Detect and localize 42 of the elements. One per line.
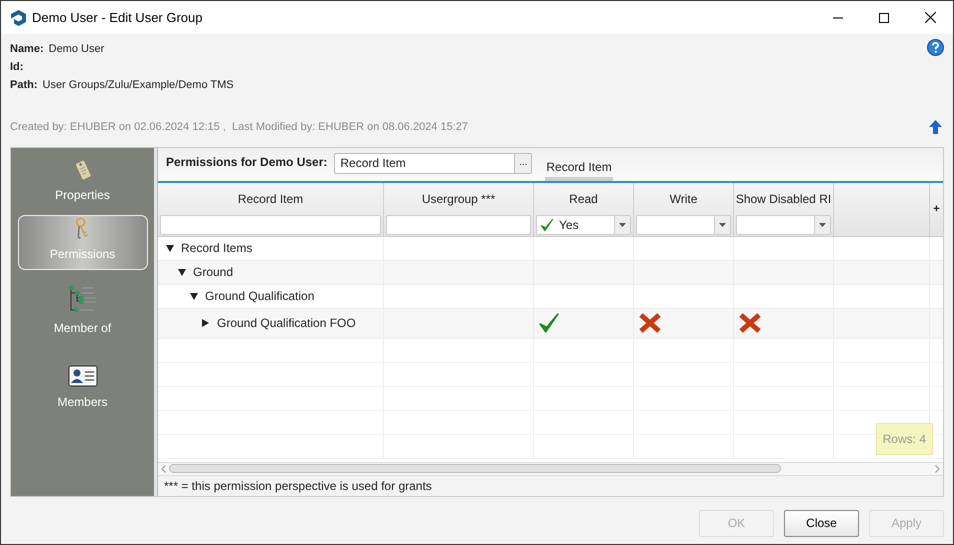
scroll-right-icon[interactable] (935, 464, 940, 472)
column-header[interactable]: Write (670, 182, 698, 214)
tree-item[interactable]: Record Items (181, 239, 252, 257)
up-arrow-icon[interactable] (928, 119, 943, 136)
field-value: User Groups/Zulu/Example/Demo TMS (42, 78, 234, 93)
maximize-icon[interactable] (879, 12, 889, 22)
field-label: Name: (10, 42, 44, 57)
app-logo-icon (11, 10, 26, 26)
row-count: Rows: 4 (876, 422, 933, 454)
audit-info: Created by: EHUBER on 02.06.2024 12:15 , Last Modified by: EHUBER on 08.06.2024 15:27 (10, 120, 468, 135)
dropdown-arrow-icon (819, 222, 826, 226)
scrollbar-thumb[interactable] (169, 464, 781, 473)
field-label: Id: (10, 60, 24, 75)
add-column-button[interactable]: + (930, 182, 943, 236)
browse-button[interactable]: ... (514, 154, 532, 172)
horizontal-scrollbar[interactable] (158, 462, 943, 476)
help-icon[interactable] (927, 39, 944, 56)
column-header[interactable]: Show Disabled RI (736, 182, 832, 214)
field-label: Path: (10, 78, 38, 93)
scroll-left-icon[interactable] (161, 464, 166, 472)
perspective-field[interactable]: Record Item ... (334, 152, 532, 174)
sidebar-item[interactable]: Properties (18, 156, 148, 210)
column-header[interactable]: Usergroup *** (422, 182, 496, 214)
tree-item[interactable]: Ground Qualification (205, 287, 314, 305)
sidebar-item[interactable]: Member of (18, 274, 148, 344)
filter-field[interactable] (160, 214, 381, 234)
hierarchy-icon (68, 284, 98, 314)
column-header[interactable]: Read (569, 182, 598, 214)
filter-field[interactable] (386, 214, 531, 234)
sidebar-item[interactable]: Members (18, 348, 148, 418)
id-card-icon (68, 362, 98, 388)
filter-dropdown[interactable]: Yes (536, 214, 631, 234)
tree-item[interactable]: Ground (193, 263, 234, 281)
field-value: Demo User (48, 42, 104, 57)
dropdown-arrow-icon (719, 222, 726, 226)
window-title: Demo User - Edit User Group (32, 8, 202, 27)
column-header[interactable]: Record Item (238, 182, 304, 214)
footnote: *** = this permission perspective is used for grants (164, 478, 432, 494)
dropdown-arrow-icon (619, 222, 626, 226)
perspective-label: Permissions for Demo User: (166, 154, 328, 170)
tree-item[interactable]: Ground Qualification FOO (217, 314, 356, 332)
dialog-button[interactable]: Close (784, 510, 859, 536)
